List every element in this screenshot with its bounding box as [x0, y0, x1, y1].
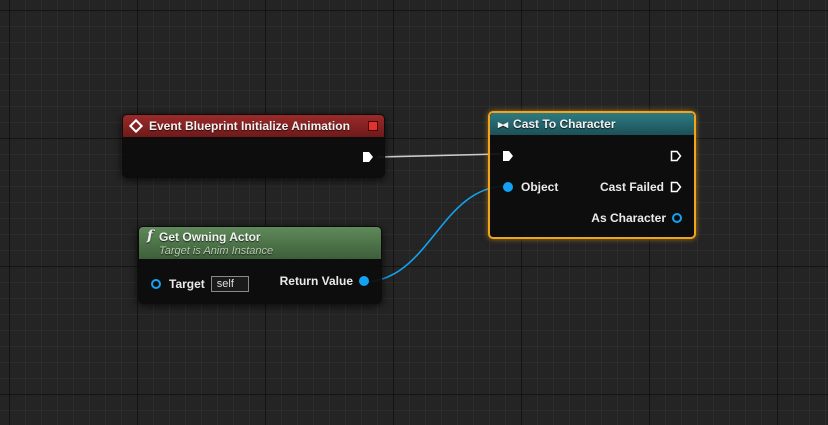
exec-out-pin-icon[interactable] [670, 150, 682, 162]
return-value-row: Return Value [280, 274, 369, 288]
cast-object-row: Object [503, 180, 558, 194]
exec-out-pin-icon[interactable] [362, 151, 374, 163]
object-wire[interactable] [362, 185, 508, 283]
as-character-row: As Character [591, 211, 682, 225]
return-value-label: Return Value [279, 274, 353, 288]
target-input-pin-icon[interactable] [151, 279, 161, 289]
cast-failed-exec-pin-icon[interactable] [670, 181, 682, 193]
get-owning-actor-node[interactable]: f Get Owning Actor Target is Anim Instan… [138, 226, 382, 304]
cast-arrow-icon: ▸◂ [498, 118, 508, 131]
target-pin-row: Target self [151, 276, 249, 292]
func-node-title: Get Owning Actor [159, 230, 261, 244]
cast-failed-row: Cast Failed [600, 180, 682, 194]
object-input-pin-icon[interactable] [503, 182, 513, 192]
function-icon: f [147, 228, 154, 244]
cast-exec-in-row [502, 150, 514, 162]
return-value-pin-icon[interactable] [359, 276, 369, 286]
cast-exec-out-row [670, 150, 682, 162]
blueprint-graph-canvas[interactable]: Event Blueprint Initialize Animation ▸◂ … [0, 0, 828, 425]
cast-node[interactable]: ▸◂ Cast To Character Object Cast Failed … [488, 111, 696, 239]
as-character-label: As Character [591, 211, 666, 225]
wires-layer [362, 153, 508, 283]
target-pin-label: Target [169, 277, 205, 291]
cast-node-header[interactable]: ▸◂ Cast To Character [490, 113, 694, 135]
cast-node-title: Cast To Character [513, 117, 616, 131]
delegate-pin-icon[interactable] [368, 121, 378, 131]
exec-wire[interactable] [376, 153, 501, 158]
event-node-header[interactable]: Event Blueprint Initialize Animation [123, 115, 384, 137]
event-diamond-icon [128, 118, 144, 134]
object-pin-label: Object [521, 180, 559, 194]
func-node-subtitle: Target is Anim Instance [159, 245, 274, 257]
cast-failed-label: Cast Failed [599, 180, 664, 194]
func-node-header[interactable]: f Get Owning Actor Target is Anim Instan… [139, 227, 381, 259]
event-node-title: Event Blueprint Initialize Animation [149, 119, 350, 133]
target-default-field[interactable]: self [210, 276, 249, 292]
as-character-output-pin-icon[interactable] [672, 213, 682, 223]
event-node[interactable]: Event Blueprint Initialize Animation [122, 114, 385, 178]
event-exec-out-row [362, 151, 374, 163]
exec-in-pin-icon[interactable] [502, 150, 514, 162]
